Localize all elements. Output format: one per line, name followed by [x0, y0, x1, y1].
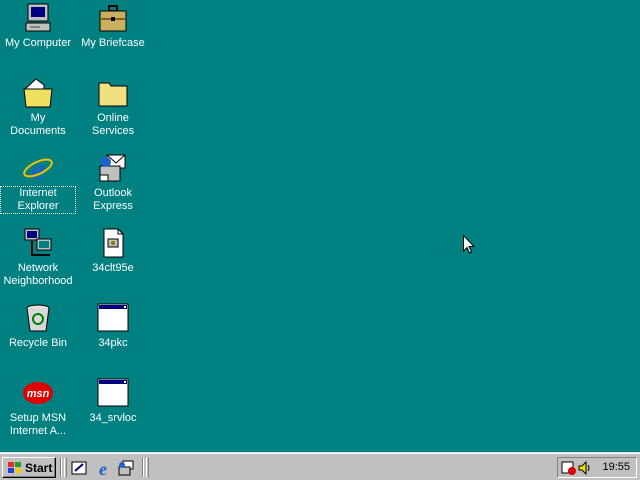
icon-label: 34clt95e [92, 262, 134, 274]
online-services[interactable]: Online Services [76, 77, 150, 138]
windows-logo-icon [6, 461, 22, 475]
clock[interactable]: 19:55 [602, 461, 630, 473]
icon-label: Recycle Bin [8, 337, 68, 349]
show-desktop-icon[interactable] [70, 459, 88, 477]
internet-explorer[interactable]: e Internet Explorer [0, 152, 76, 214]
file-34clt95e[interactable]: 34clt95e [76, 227, 150, 275]
desktop: My Computer My Briefcase My Documents On… [0, 0, 640, 452]
program-window-icon [97, 377, 129, 409]
task-buttons-grip[interactable] [146, 458, 149, 477]
icon-label: 34pkc [98, 337, 128, 349]
network-neighborhood-icon [22, 227, 54, 259]
outlook-express[interactable]: Outlook Express [76, 152, 150, 213]
svg-text:msn: msn [27, 388, 50, 400]
scheduler-icon[interactable] [561, 460, 577, 476]
icon-label: Network Neighborhood [3, 262, 73, 287]
my-documents[interactable]: My Documents [1, 77, 75, 138]
briefcase-icon [97, 2, 129, 34]
outlook-express-icon[interactable] [117, 459, 135, 477]
program-34pkc[interactable]: 34pkc [76, 302, 150, 350]
network-neighborhood[interactable]: Network Neighborhood [1, 227, 75, 288]
my-computer-icon [22, 2, 54, 34]
recycle-bin-icon [22, 302, 54, 334]
volume-icon[interactable] [577, 460, 593, 476]
icon-label: My Computer [4, 37, 72, 49]
mouse-cursor-icon [463, 235, 475, 254]
quick-launch-grip[interactable] [64, 458, 67, 477]
icon-label: 34_srvloc [89, 412, 137, 424]
taskbar: Start e 19:55 [0, 452, 640, 480]
recycle-bin[interactable]: Recycle Bin [1, 302, 75, 350]
icon-label: Setup MSN Internet A... [9, 412, 67, 437]
icon-label: Online Services [91, 112, 135, 137]
svg-text:e: e [99, 459, 107, 477]
taskbar-separator [60, 458, 62, 477]
program-34-srvloc[interactable]: 34_srvloc [76, 377, 150, 425]
start-label: Start [25, 460, 53, 475]
taskbar-separator [142, 458, 144, 477]
icon-label: Outlook Express [93, 187, 133, 212]
my-briefcase[interactable]: My Briefcase [76, 2, 150, 50]
internet-explorer-icon: e [22, 152, 54, 184]
setup-msn-internet-access[interactable]: msn Setup MSN Internet A... [1, 377, 75, 438]
system-tray: 19:55 [557, 457, 637, 478]
icon-label: My Documents [10, 112, 66, 137]
internet-explorer-icon[interactable]: e [94, 459, 112, 477]
outlook-express-icon [97, 152, 129, 184]
icon-label: Internet Explorer [0, 186, 76, 214]
svg-text:e: e [31, 153, 44, 184]
my-documents-icon [22, 77, 54, 109]
start-button[interactable]: Start [2, 457, 56, 478]
icon-label: My Briefcase [81, 37, 145, 49]
program-window-icon [97, 302, 129, 334]
file-icon [97, 227, 129, 259]
my-computer[interactable]: My Computer [1, 2, 75, 50]
folder-icon [97, 77, 129, 109]
msn-icon: msn [22, 377, 54, 409]
